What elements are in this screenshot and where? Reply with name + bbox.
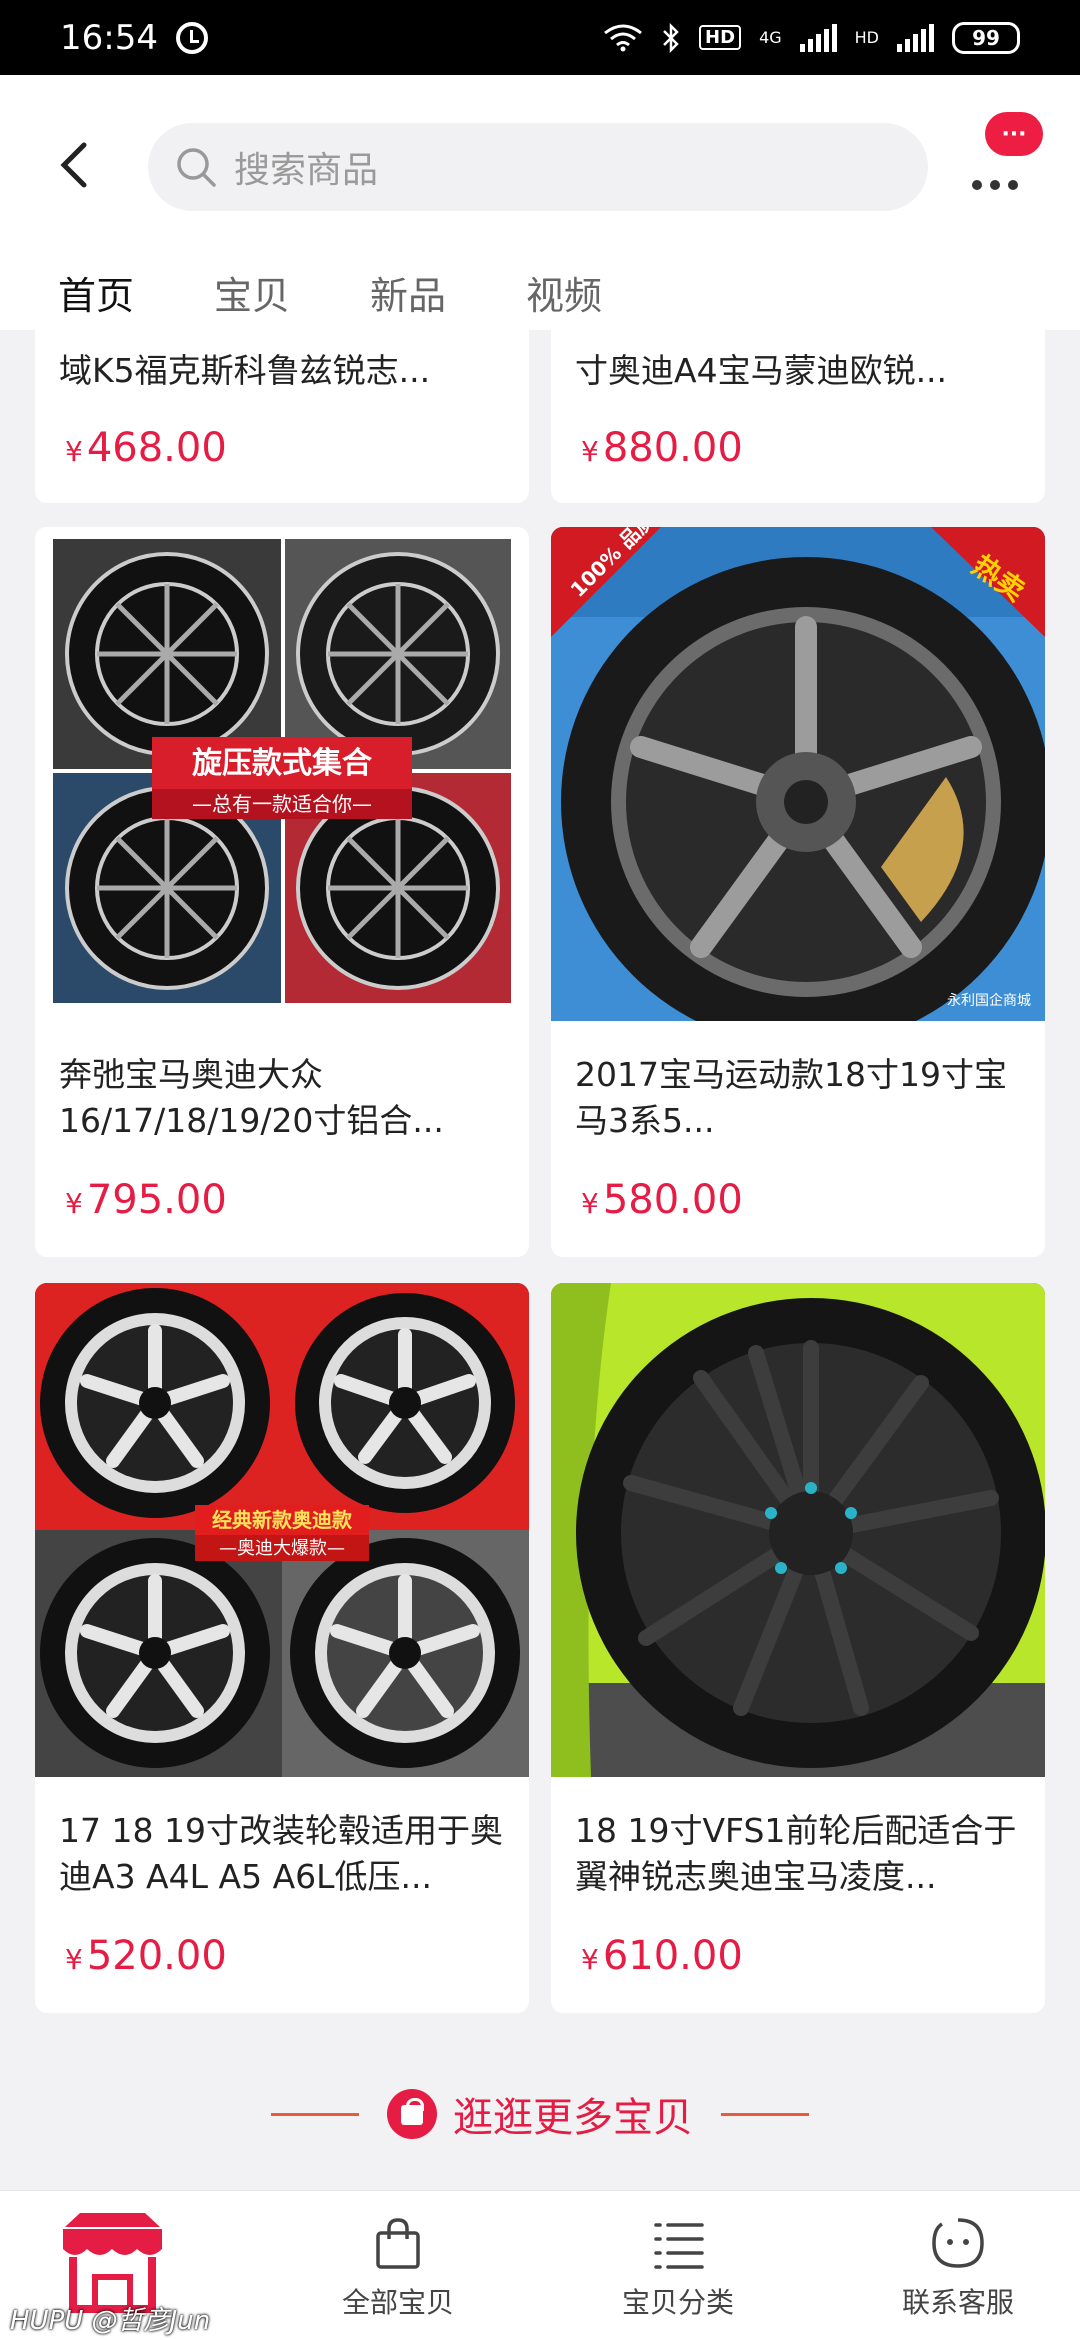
product-image: 旋压款式集合 —总有一款适合你— — [35, 527, 529, 1021]
product-title: 奔弛宝马奥迪大众16/17/18/19/20寸铝合... — [59, 1055, 444, 1140]
image-banner-text: 旋压款式集合 — [192, 746, 372, 781]
tab-new[interactable]: 新品 — [370, 265, 446, 332]
back-button[interactable] — [48, 135, 108, 195]
product-price: ¥468.00 — [65, 425, 227, 471]
product-card[interactable]: 旋压款式集合 —总有一款适合你— 奔弛宝马奥迪大众16/17/18/19/20寸… — [35, 527, 529, 1257]
product-grid: 域K5福克斯科鲁兹锐志... ¥468.00 寸奥迪A4宝马蒙迪欧锐... ¥8… — [0, 330, 1080, 2190]
product-image — [551, 1283, 1045, 1777]
more-menu-button[interactable] — [972, 170, 1032, 200]
bluetooth-icon — [661, 22, 681, 53]
dot-icon — [990, 180, 1000, 190]
dot-icon — [972, 180, 982, 190]
product-price: ¥580.00 — [581, 1177, 743, 1223]
search-bar[interactable]: 搜索商品 — [148, 123, 928, 211]
wifi-icon — [603, 24, 643, 52]
tab-items[interactable]: 宝贝 — [214, 265, 290, 332]
signal2-icon — [897, 23, 934, 52]
product-price: ¥795.00 — [65, 1177, 227, 1223]
nav-categories[interactable]: 宝贝分类 — [578, 2191, 778, 2340]
product-card[interactable]: 100% 品质保证 热卖 永利国企商城 2017宝马运动款18寸19寸宝马3系5… — [551, 527, 1045, 1257]
search-icon — [174, 145, 218, 189]
dot-icon — [1008, 180, 1018, 190]
wheel-photo-image: 100% 品质保证 热卖 永利国企商城 — [551, 527, 1045, 1021]
tab-home[interactable]: 首页 — [58, 265, 135, 342]
product-title: 域K5福克斯科鲁兹锐志... — [59, 351, 431, 390]
product-title: 18 19寸VFS1前轮后配适合于翼神锐志奥迪宝马凌度... — [575, 1811, 1017, 1896]
product-card[interactable]: 18 19寸VFS1前轮后配适合于翼神锐志奥迪宝马凌度... ¥610.00 — [551, 1283, 1045, 2013]
shopping-bag-icon — [387, 2089, 437, 2139]
watermark-text: HUPU @哲彦Jun — [10, 2306, 211, 2336]
header: 搜索商品 ··· 首页 宝贝 新品 视频 — [0, 75, 1080, 342]
hd-badge: HD — [699, 25, 742, 50]
image-watermark-text: 永利国企商城 — [947, 992, 1031, 1009]
divider-left — [271, 2112, 359, 2116]
nav-label: 全部宝贝 — [341, 2286, 454, 2319]
product-price: ¥520.00 — [65, 1933, 227, 1979]
product-card[interactable]: 域K5福克斯科鲁兹锐志... ¥468.00 — [35, 330, 529, 503]
list-icon — [654, 2223, 704, 2269]
product-title: 2017宝马运动款18寸19寸宝马3系5... — [575, 1055, 1007, 1140]
product-title: 17 18 19寸改装轮毂适用于奥迪A3 A4L A5 A6L低压... — [59, 1811, 503, 1896]
browse-more-label: 逛逛更多宝贝 — [453, 2095, 693, 2141]
status-bar: 16:54 HD 4G HD 99 — [0, 0, 1080, 75]
product-image: 经典新款奥迪款 —奥迪大爆款— — [35, 1283, 529, 1777]
message-badge[interactable]: ··· — [985, 112, 1043, 156]
wheel-collage-image: 旋压款式集合 —总有一款适合你— — [35, 527, 529, 1021]
black-wheel-photo-image — [551, 1283, 1045, 1777]
chat-bubble-icon — [932, 2218, 984, 2268]
bag-icon — [376, 2218, 420, 2269]
image-banner-text: 经典新款奥迪款 — [212, 1508, 353, 1532]
product-card[interactable]: 寸奥迪A4宝马蒙迪欧锐... ¥880.00 — [551, 330, 1045, 503]
nav-customer-service[interactable]: 联系客服 — [858, 2191, 1058, 2340]
nav-label: 宝贝分类 — [621, 2286, 734, 2319]
signal-icon — [799, 23, 837, 52]
battery-indicator: 99 — [952, 21, 1020, 54]
image-subbanner-text: —总有一款适合你— — [192, 792, 372, 816]
product-image: 100% 品质保证 热卖 永利国企商城 — [551, 527, 1045, 1021]
status-time: 16:54 — [60, 17, 158, 58]
tab-video[interactable]: 视频 — [526, 265, 602, 332]
tab-bar: 首页 宝贝 新品 视频 — [58, 265, 602, 342]
network-type: 4G — [759, 27, 782, 47]
product-price: ¥610.00 — [581, 1933, 743, 1979]
alarm-icon — [175, 21, 208, 54]
product-card[interactable]: 经典新款奥迪款 —奥迪大爆款— 17 18 19寸改装轮毂适用于奥迪A3 A4L… — [35, 1283, 529, 2013]
divider-right — [721, 2112, 809, 2116]
hd2-label: HD — [854, 27, 879, 47]
nav-all-items[interactable]: 全部宝贝 — [298, 2191, 498, 2340]
audi-wheel-collage-image: 经典新款奥迪款 —奥迪大爆款— — [35, 1283, 529, 1777]
image-subbanner-text: —奥迪大爆款— — [219, 1538, 345, 1559]
search-placeholder: 搜索商品 — [234, 150, 379, 191]
chevron-left-icon — [60, 142, 87, 188]
product-title: 寸奥迪A4宝马蒙迪欧锐... — [575, 351, 948, 390]
browse-more-link[interactable]: 逛逛更多宝贝 — [0, 2085, 1080, 2143]
product-price: ¥880.00 — [581, 425, 743, 471]
nav-label: 联系客服 — [901, 2286, 1014, 2319]
